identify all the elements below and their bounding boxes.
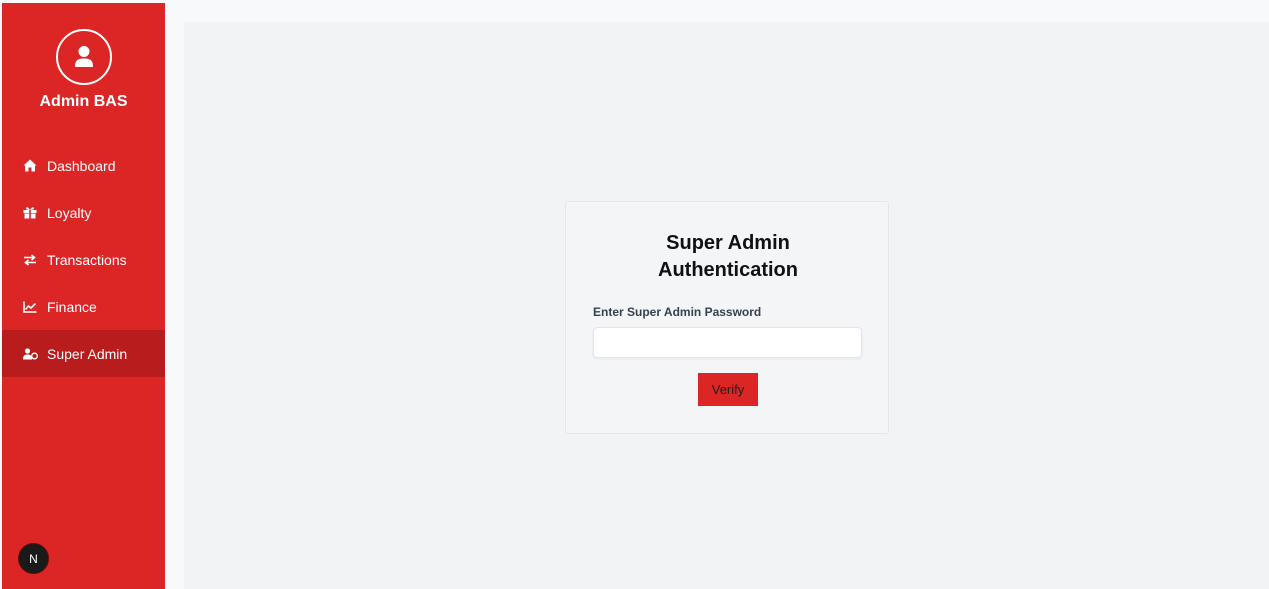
password-label: Enter Super Admin Password: [593, 305, 762, 319]
verify-button[interactable]: Verify: [698, 373, 758, 406]
sidebar-item-finance[interactable]: Finance: [2, 283, 165, 330]
sidebar-item-label: Transactions: [47, 251, 127, 268]
app-root: Admin BAS Dashboard Loyalty Transactions…: [0, 0, 1269, 589]
exchange-icon: [22, 252, 38, 268]
sidebar-item-label: Loyalty: [47, 204, 92, 221]
sidebar-item-transactions[interactable]: Transactions: [2, 236, 165, 283]
sidebar-nav: Dashboard Loyalty Transactions Finance S…: [2, 142, 165, 377]
sidebar-item-loyalty[interactable]: Loyalty: [2, 189, 165, 236]
sidebar-item-super-admin[interactable]: Super Admin: [2, 330, 165, 377]
sidebar-item-label: Super Admin: [47, 345, 128, 362]
user-shield-icon: [22, 346, 38, 362]
sidebar-item-label: Finance: [47, 298, 97, 315]
page-title: Super Admin Authentication: [566, 230, 890, 284]
title-line-2: Authentication: [658, 259, 798, 281]
auth-card: Super Admin Authentication Enter Super A…: [565, 201, 889, 434]
chart-line-icon: [22, 299, 38, 315]
brand-name: Admin BAS: [39, 93, 128, 110]
home-icon: [22, 158, 38, 174]
gift-icon: [22, 205, 38, 221]
sidebar-item-label: Dashboard: [47, 157, 116, 174]
password-input[interactable]: [593, 327, 862, 358]
title-line-1: Super Admin: [666, 232, 790, 254]
main-content: Super Admin Authentication Enter Super A…: [184, 22, 1269, 589]
sidebar: Admin BAS Dashboard Loyalty Transactions…: [2, 3, 165, 589]
user-avatar-icon: [56, 29, 112, 85]
sidebar-item-dashboard[interactable]: Dashboard: [2, 142, 165, 189]
dev-tools-badge[interactable]: N: [18, 543, 49, 574]
badge-letter: N: [29, 551, 38, 566]
